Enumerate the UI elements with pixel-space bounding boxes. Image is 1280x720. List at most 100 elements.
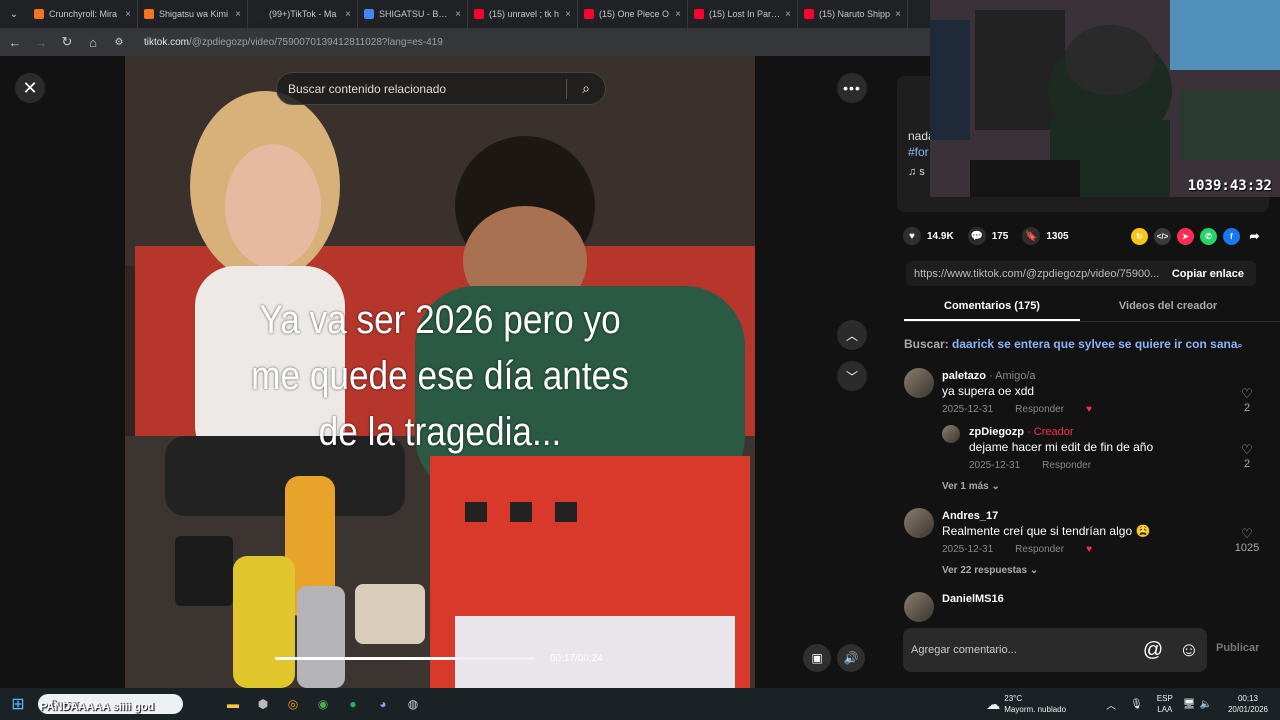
suggestion-query[interactable]: daarick se entera que sylvee se quiere i… bbox=[952, 337, 1238, 351]
like-action[interactable]: ♥ 14.9K bbox=[903, 227, 954, 245]
tab-close-icon[interactable]: × bbox=[345, 9, 351, 20]
search-suggestion[interactable]: Buscar: daarick se entera que sylvee se … bbox=[904, 337, 1243, 351]
avatar[interactable] bbox=[904, 508, 934, 538]
publish-button[interactable]: Publicar bbox=[1216, 642, 1259, 654]
discord-icon[interactable]: ◕ bbox=[371, 692, 395, 716]
clock[interactable]: 00:13 20/01/2026 bbox=[1228, 693, 1268, 715]
home-icon[interactable]: ⌂ bbox=[86, 35, 100, 50]
tab-close-icon[interactable]: × bbox=[895, 9, 901, 20]
spotify-icon[interactable]: ● bbox=[341, 692, 365, 716]
tab-close-icon[interactable]: × bbox=[565, 9, 571, 20]
browser-tab[interactable]: SHIGATSU - Busca × bbox=[358, 0, 468, 28]
windows-start-icon[interactable]: ⊞ bbox=[6, 692, 30, 716]
save-count: 1305 bbox=[1046, 230, 1069, 242]
language-indicator[interactable]: ESP LAA bbox=[1157, 693, 1173, 715]
comment-like[interactable]: ♡ 2 bbox=[1232, 442, 1262, 470]
chevron-up-icon[interactable]: ︿ bbox=[1106, 697, 1116, 712]
comment-meta: 2025-12-31 Responder ♥ bbox=[942, 544, 1114, 555]
tab-close-icon[interactable]: × bbox=[455, 9, 461, 20]
whatsapp-icon[interactable]: ✆ bbox=[1200, 227, 1217, 245]
comment-like[interactable]: ♡ 1025 bbox=[1230, 526, 1264, 554]
heart-icon: ♥ bbox=[903, 227, 921, 245]
reply-button[interactable]: Responder bbox=[1042, 460, 1091, 471]
browser-tab[interactable]: (15) One Piece O × bbox=[578, 0, 688, 28]
send-icon[interactable]: ➤ bbox=[1177, 227, 1194, 245]
comment-author[interactable]: DanielMS16 bbox=[942, 593, 1004, 605]
repost-icon[interactable]: ↻ bbox=[1131, 227, 1148, 245]
comment-author[interactable]: Andres_17 bbox=[942, 510, 998, 522]
save-action[interactable]: 🔖 1305 bbox=[1022, 227, 1069, 245]
related-content-search[interactable]: Buscar contenido relacionado ⌕ bbox=[276, 72, 606, 105]
weather-widget[interactable]: 23°C Mayorm. nublado bbox=[1004, 693, 1066, 715]
video-link[interactable]: https://www.tiktok.com/@zpdiegozp/video/… bbox=[906, 268, 1160, 280]
reload-icon[interactable]: ↻ bbox=[60, 34, 74, 50]
like-count: 14.9K bbox=[927, 230, 954, 242]
chat-overlay-text: PANDAAAAA siiii god bbox=[40, 701, 155, 713]
tab-title: Shigatsu wa Kimi bbox=[159, 9, 229, 19]
back-icon[interactable]: ← bbox=[8, 35, 22, 50]
comment-input[interactable]: Agregar comentario... @ ☺ bbox=[903, 628, 1207, 672]
avatar[interactable] bbox=[942, 425, 960, 443]
tab-search-menu-icon[interactable]: ⌄ bbox=[0, 0, 28, 28]
volume-icon: 🔊 bbox=[843, 651, 859, 665]
comment-author[interactable]: zpDiegozp · Creador bbox=[969, 426, 1074, 438]
chrome-icon[interactable]: ◉ bbox=[311, 692, 335, 716]
more-options-button[interactable]: ••• bbox=[837, 73, 867, 103]
embed-icon[interactable]: </> bbox=[1154, 227, 1171, 245]
tab-close-icon[interactable]: × bbox=[785, 9, 791, 20]
epic-games-icon[interactable]: ⬢ bbox=[251, 692, 275, 716]
browser-tab[interactable]: (15) Naruto Shipp × bbox=[798, 0, 908, 28]
tab-favicon-icon bbox=[34, 9, 44, 19]
reply-button[interactable]: Responder bbox=[1015, 404, 1064, 415]
comment-action[interactable]: 💬 175 bbox=[967, 227, 1008, 245]
file-explorer-icon[interactable]: ▬ bbox=[221, 692, 245, 716]
tab-close-icon[interactable]: × bbox=[675, 9, 681, 20]
tab-comments[interactable]: Comentarios (175) bbox=[904, 294, 1080, 321]
avatar[interactable] bbox=[904, 368, 934, 398]
tab-close-icon[interactable]: × bbox=[125, 9, 131, 20]
copy-link-button[interactable]: Copiar enlace bbox=[1160, 268, 1256, 280]
forward-icon[interactable]: → bbox=[34, 35, 48, 50]
microphone-icon[interactable]: 🎙 bbox=[1130, 699, 1143, 710]
browser-tab[interactable]: Shigatsu wa Kimi × bbox=[138, 0, 248, 28]
reply-button[interactable]: Responder bbox=[1015, 544, 1064, 555]
overwatch-icon[interactable]: ◎ bbox=[281, 692, 305, 716]
language-code: ESP bbox=[1156, 694, 1173, 703]
creator-liked-icon: ♥ bbox=[1086, 404, 1093, 415]
comment-author[interactable]: paletazo · Amigo/a bbox=[942, 370, 1036, 382]
view-more-replies[interactable]: Ver 1 más ⌄ bbox=[942, 481, 1000, 492]
search-icon[interactable]: ⌕ bbox=[567, 80, 605, 97]
clock-date: 20/01/2026 bbox=[1227, 705, 1268, 714]
video-progress-bar[interactable] bbox=[275, 657, 535, 660]
keyboard-layout: LAA bbox=[1157, 705, 1173, 714]
browser-tab[interactable]: (15) unravel ; tk h × bbox=[468, 0, 578, 28]
avatar[interactable] bbox=[904, 592, 934, 622]
speaker-icon[interactable]: 🔈 bbox=[1200, 699, 1212, 710]
tab-close-icon[interactable]: × bbox=[235, 9, 241, 20]
windows-taskbar: ⊞ Buscar PANDAAAAA siiii god ▬ ⬢ ◎ ◉ ● ◕… bbox=[0, 688, 1280, 720]
tab-creator-videos[interactable]: Videos del creador bbox=[1080, 294, 1256, 321]
comment-like[interactable]: ♡ 2 bbox=[1232, 386, 1262, 414]
address-bar[interactable]: tiktok.com/@zpdiegozp/video/759007013941… bbox=[144, 37, 443, 48]
browser-tab[interactable]: (99+)TikTok - Ma × bbox=[248, 0, 358, 28]
heart-icon: ♡ bbox=[1241, 526, 1253, 541]
browser-tab[interactable]: (15) Lost In Parad × bbox=[688, 0, 798, 28]
comment-text: Realmente creí que si tendrían algo 😩 bbox=[942, 524, 1151, 538]
site-info-icon[interactable]: ⚙ bbox=[112, 37, 126, 48]
network-icon[interactable]: 🖥 bbox=[1183, 699, 1196, 710]
weather-icon[interactable]: ☁ bbox=[986, 696, 1000, 713]
next-video-button[interactable]: ﹀ bbox=[837, 361, 867, 391]
facebook-icon[interactable]: f bbox=[1223, 227, 1240, 245]
emoji-icon[interactable]: ☺ bbox=[1171, 639, 1207, 662]
steam-icon[interactable]: ◍ bbox=[401, 692, 425, 716]
close-button[interactable]: ✕ bbox=[15, 73, 45, 103]
previous-video-button[interactable]: ︿ bbox=[837, 320, 867, 350]
share-arrow-icon[interactable]: ➦ bbox=[1246, 228, 1263, 245]
view-replies[interactable]: Ver 22 respuestas ⌄ bbox=[942, 565, 1038, 576]
floating-player-button[interactable]: ▣ bbox=[803, 644, 831, 672]
tab-favicon-icon bbox=[144, 9, 154, 19]
volume-button[interactable]: 🔊 bbox=[837, 644, 865, 672]
mention-icon[interactable]: @ bbox=[1135, 639, 1171, 662]
url-host: tiktok.com bbox=[144, 36, 190, 48]
browser-tab[interactable]: Crunchyroll: Mira × bbox=[28, 0, 138, 28]
